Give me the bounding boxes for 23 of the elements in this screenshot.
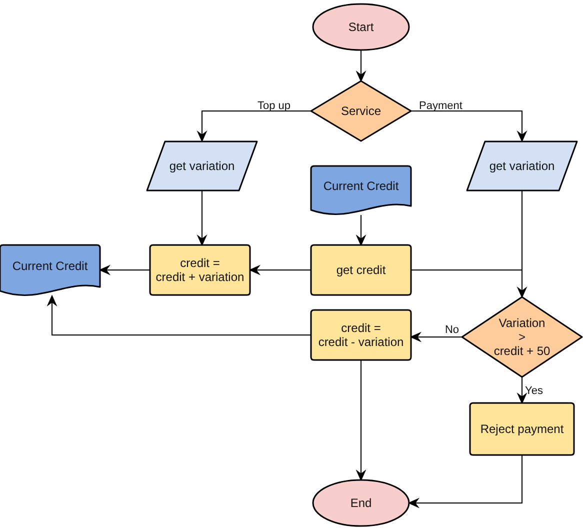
connector-arrow [98, 264, 150, 276]
node-label: Service [341, 104, 381, 118]
node-label: get variation [169, 159, 235, 173]
node-label: get variation [489, 159, 555, 173]
connector-arrow [196, 190, 208, 246]
node-label: Start [348, 20, 374, 34]
node-label: End [350, 496, 372, 510]
connector-arrow [410, 332, 462, 342]
edge-label: Yes [525, 385, 543, 397]
node-label: Reject payment [480, 422, 564, 436]
node-label: Current Credit [12, 259, 88, 273]
node-label: credit = credit + variation [156, 256, 244, 284]
edge-label: Top up [257, 100, 291, 112]
node-label: get credit [336, 263, 386, 277]
node-label: credit = credit - variation [318, 321, 404, 349]
edge-label: Payment [419, 100, 462, 112]
connector-arrow [248, 264, 312, 276]
connector-arrow [356, 214, 366, 246]
node-label: Variation > credit + 50 [494, 316, 550, 358]
node-label: Current Credit [323, 179, 399, 193]
connector-arrow [516, 376, 528, 404]
edge-label: No [444, 324, 460, 336]
connector-arrow [356, 50, 366, 82]
